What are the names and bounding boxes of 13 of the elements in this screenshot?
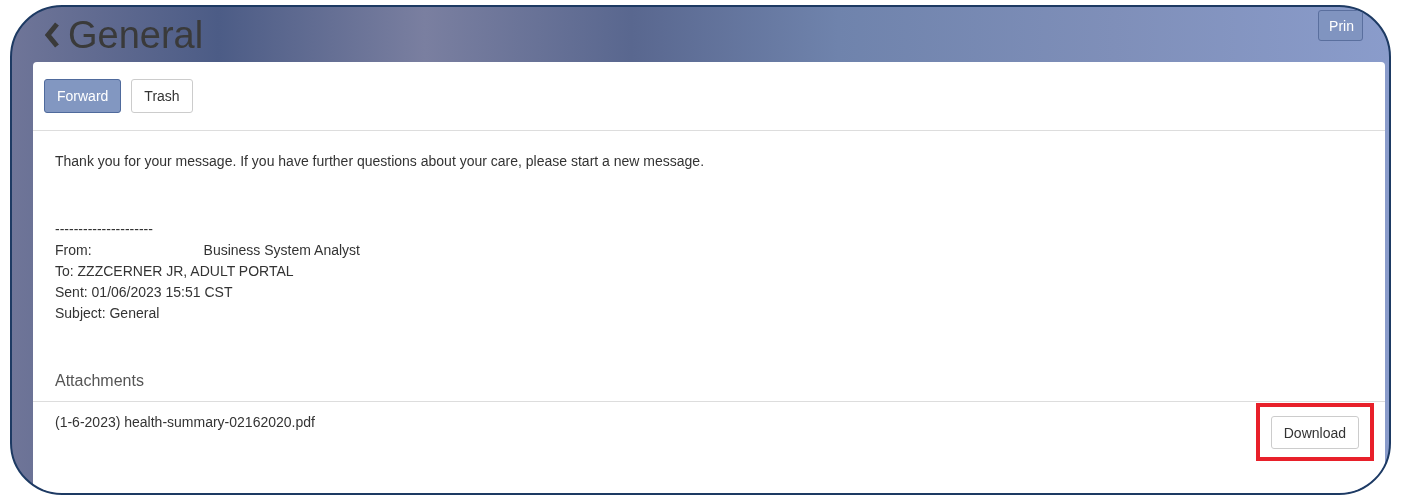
subject-line: Subject: General: [55, 304, 160, 323]
from-value: Business System Analyst: [203, 241, 360, 260]
from-label: From:: [55, 241, 92, 260]
toolbar-button[interactable]: Trash: [131, 79, 193, 113]
sent-line: Sent: 01/06/2023 15:51 CST: [55, 283, 233, 302]
attachments-heading: Attachments: [55, 372, 145, 391]
message-text: Thank you for your message. If you have further questions about your care, please start a new message.: [55, 153, 706, 169]
download-button[interactable]: Download: [1270, 416, 1359, 449]
to-line: To: ZZZCERNER JR, ADULT PORTAL: [55, 262, 294, 281]
attachment-name: (1-6-2023) health-summary-02162020.pdf: [55, 414, 315, 430]
page-title: General: [68, 13, 204, 57]
back-icon[interactable]: [44, 21, 60, 49]
separator-line: ---------------------: [55, 220, 153, 239]
